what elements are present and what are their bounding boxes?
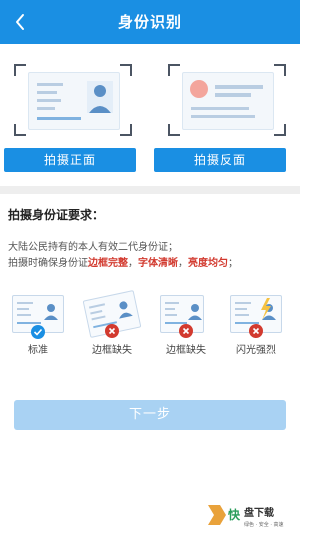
watermark-title: 盘下载: [244, 506, 274, 519]
header-bar: 身份识别: [0, 0, 300, 44]
cross-icon: [179, 324, 193, 338]
example-missing-border-2: 边框缺失: [160, 295, 212, 356]
front-id-card-frame: [14, 64, 132, 136]
highlight-brightness: 亮度均匀: [188, 258, 228, 269]
frame-corner: [168, 124, 180, 136]
highlight-border: 边框完整: [88, 258, 128, 269]
frame-corner: [168, 64, 180, 76]
watermark-logo: 快 盘下载 绿色 · 安全 · 高速: [206, 501, 296, 529]
separator: ，: [178, 258, 188, 269]
requirement-line-1: 大陆公民持有的本人有效二代身份证；: [8, 242, 178, 253]
separator: ；: [228, 258, 238, 269]
frame-corner: [274, 64, 286, 76]
watermark-subtitle: 绿色 · 安全 · 高速: [244, 521, 284, 528]
capture-back-button[interactable]: 拍摄反面: [154, 148, 286, 172]
example-strong-flash: 闪光强烈: [230, 295, 282, 356]
chevron-left-icon: [16, 14, 24, 30]
frame-corner: [274, 124, 286, 136]
highlight-font: 字体清晰: [138, 258, 178, 269]
requirements-title: 拍摄身份证要求：: [8, 208, 105, 222]
back-button[interactable]: [0, 0, 40, 44]
back-id-card-illustration: [182, 72, 274, 130]
example-label: 标准: [28, 345, 48, 356]
front-id-card-illustration: [28, 72, 120, 130]
example-label: 边框缺失: [92, 345, 132, 356]
watermark-logo-char: 快: [228, 507, 241, 522]
frame-corner: [14, 64, 26, 76]
check-icon: [31, 325, 45, 339]
frame-corner: [120, 64, 132, 76]
example-label: 边框缺失: [166, 345, 206, 356]
cross-icon: [249, 324, 263, 338]
requirement-text: 拍摄时确保身份证: [8, 258, 88, 269]
back-id-card-frame: [168, 64, 286, 136]
example-standard: 标准: [12, 295, 64, 356]
frame-corner: [120, 124, 132, 136]
next-step-button[interactable]: 下一步: [14, 400, 286, 430]
capture-front-button[interactable]: 拍摄正面: [4, 148, 136, 172]
page-title: 身份识别: [117, 13, 182, 31]
requirement-line-2: 拍摄时确保身份证边框完整，字体清晰，亮度均匀；: [8, 254, 238, 269]
section-divider: [0, 186, 300, 194]
example-card: [12, 295, 64, 339]
separator: ，: [128, 258, 138, 269]
example-label: 闪光强烈: [236, 345, 276, 356]
cross-icon: [105, 324, 119, 338]
example-missing-border-1: 边框缺失: [82, 290, 142, 356]
frame-corner: [14, 124, 26, 136]
